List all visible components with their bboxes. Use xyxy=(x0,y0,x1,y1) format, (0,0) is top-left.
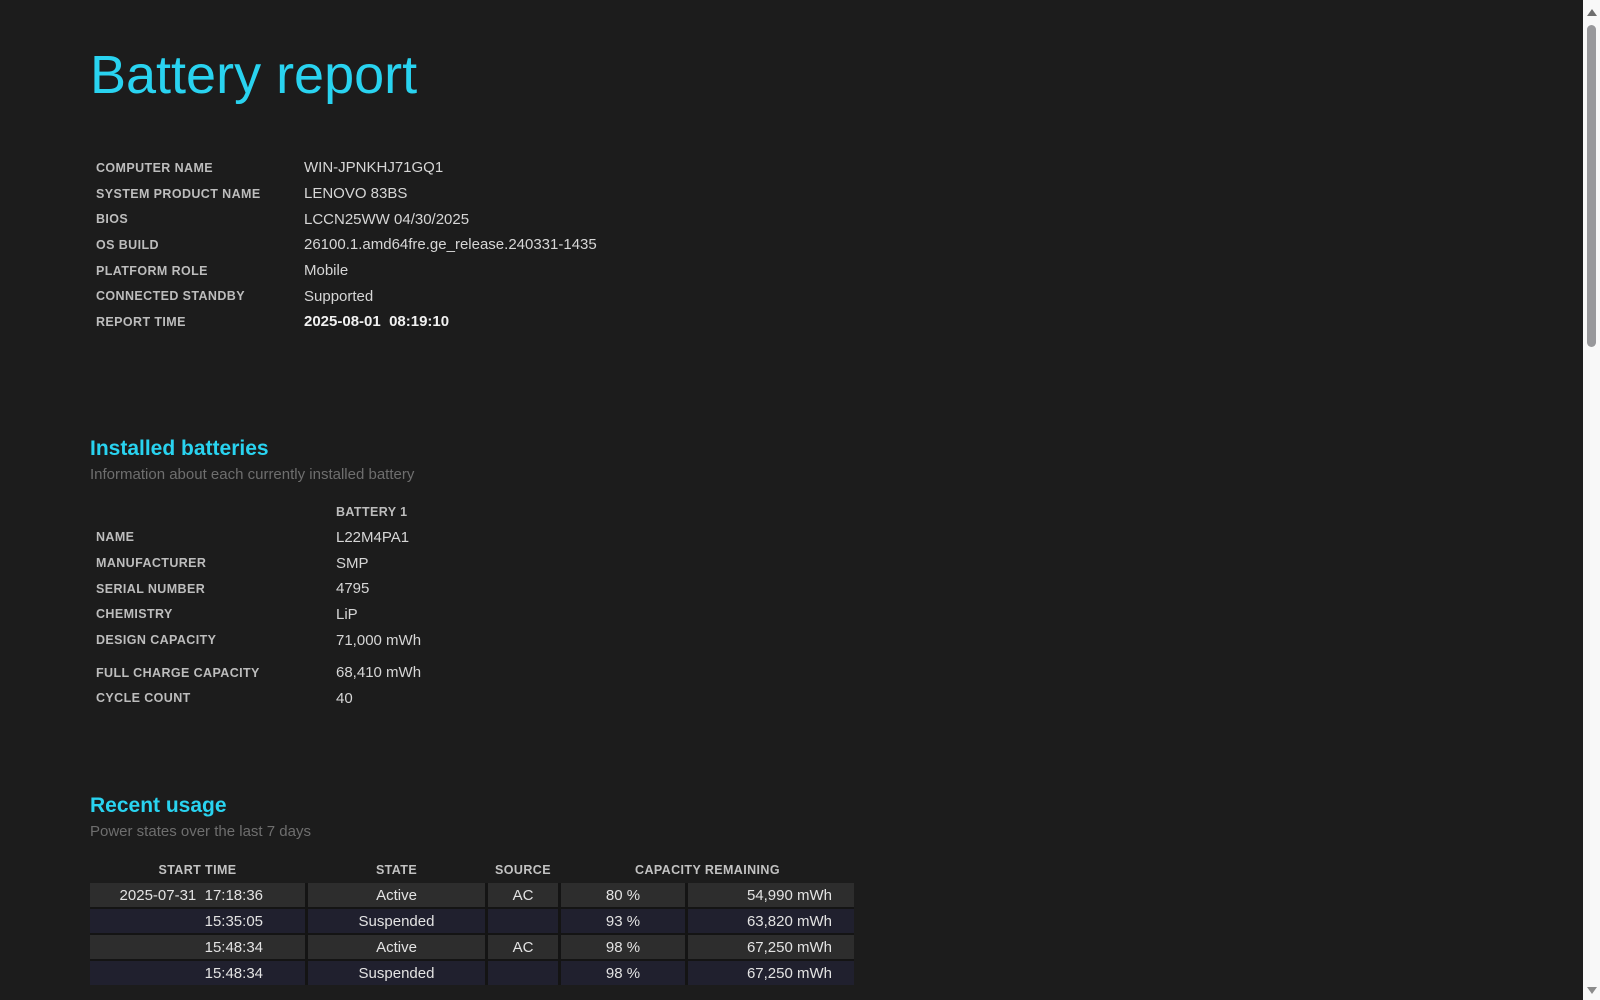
usage-cell-source xyxy=(488,961,558,986)
info-label: NAME xyxy=(96,530,135,545)
usage-cell-start-time: 2025-07-31 17:18:36 xyxy=(90,883,305,908)
battery-row-manufacturer: MANUFACTURER SMP xyxy=(90,550,870,576)
info-value: L22M4PA1 xyxy=(336,528,410,546)
usage-cell-state: Active xyxy=(308,883,485,908)
battery-row-design-capacity: DESIGN CAPACITY 71,000 mWh xyxy=(90,627,870,653)
usage-cell-source: AC xyxy=(488,883,558,908)
system-info-row-os-build: OS BUILD 26100.1.amd64fre.ge_release.240… xyxy=(90,232,870,258)
column-header-capacity-remaining: CAPACITY REMAINING xyxy=(635,863,780,878)
info-label: SYSTEM PRODUCT NAME xyxy=(96,186,261,201)
usage-cell-mwh: 67,250 mWh xyxy=(688,935,854,960)
system-info-row-report-time: REPORT TIME 2025-08-01 08:19:10 xyxy=(90,309,870,335)
battery-row-chemistry: CHEMISTRY LiP xyxy=(90,602,870,628)
info-value: 40 xyxy=(336,689,353,707)
info-label: FULL CHARGE CAPACITY xyxy=(96,665,260,680)
recent-usage-heading: Recent usage xyxy=(90,794,227,818)
usage-cell-percent: 98 % xyxy=(561,935,685,960)
usage-cell-state: Suspended xyxy=(308,909,485,934)
recent-usage-section: Recent usage Power states over the last … xyxy=(90,793,870,986)
info-label: SERIAL NUMBER xyxy=(96,581,206,596)
info-value: 68,410 mWh xyxy=(336,664,422,682)
info-value: 2025-08-01 08:19:10 xyxy=(304,313,450,331)
system-info-row-connected-standby: CONNECTED STANDBY Supported xyxy=(90,283,870,309)
usage-cell-start-time: 15:48:34 xyxy=(90,961,305,986)
usage-cell-state: Active xyxy=(308,935,485,960)
battery-info-table: BATTERY 1 NAME L22M4PA1 MANUFACTURER SMP… xyxy=(90,499,870,712)
info-label: COMPUTER NAME xyxy=(96,160,214,175)
column-header-source: SOURCE xyxy=(495,863,551,878)
usage-cell-mwh: 54,990 mWh xyxy=(688,883,854,908)
info-label: MANUFACTURER xyxy=(96,556,207,571)
scrollbar-up-icon[interactable] xyxy=(1586,9,1597,16)
report-content: Battery report COMPUTER NAME WIN-JPNKHJ7… xyxy=(90,44,870,986)
usage-cell-mwh: 63,820 mWh xyxy=(688,909,854,934)
battery-row-full-charge-capacity: FULL CHARGE CAPACITY 68,410 mWh xyxy=(90,660,870,686)
info-value: 4795 xyxy=(336,580,370,598)
usage-cell-source: AC xyxy=(488,935,558,960)
info-label: REPORT TIME xyxy=(96,314,186,329)
info-label: CYCLE COUNT xyxy=(96,691,191,706)
system-info-row-computer-name: COMPUTER NAME WIN-JPNKHJ71GQ1 xyxy=(90,155,870,181)
recent-usage-table: START TIME STATE SOURCE CAPACITY REMAINI… xyxy=(90,859,854,986)
info-value: LENOVO 83BS xyxy=(304,185,408,203)
system-info-row-bios: BIOS LCCN25WW 04/30/2025 xyxy=(90,206,870,232)
system-info-row-product-name: SYSTEM PRODUCT NAME LENOVO 83BS xyxy=(90,181,870,207)
info-label: CONNECTED STANDBY xyxy=(96,289,245,304)
usage-cell-percent: 93 % xyxy=(561,909,685,934)
info-value: SMP xyxy=(336,554,369,572)
column-header-state: STATE xyxy=(375,863,418,878)
usage-cell-start-time: 15:35:05 xyxy=(90,909,305,934)
info-label: CHEMISTRY xyxy=(96,607,173,622)
info-value: Supported xyxy=(304,287,374,305)
usage-cell-source xyxy=(488,909,558,934)
usage-cell-percent: 98 % xyxy=(561,961,685,986)
info-value: WIN-JPNKHJ71GQ1 xyxy=(304,159,444,177)
battery-row-cycle-count: CYCLE COUNT 40 xyxy=(90,686,870,712)
usage-cell-mwh: 67,250 mWh xyxy=(688,961,854,986)
column-header-start-time: START TIME xyxy=(158,863,237,878)
scrollbar-thumb[interactable] xyxy=(1587,25,1596,347)
usage-cell-state: Suspended xyxy=(308,961,485,986)
recent-usage-body: 2025-07-31 17:18:36 Active AC 80 % 54,99… xyxy=(90,883,854,986)
vertical-scrollbar[interactable] xyxy=(1583,0,1600,1000)
recent-usage-header-row: START TIME STATE SOURCE CAPACITY REMAINI… xyxy=(90,859,854,881)
recent-usage-subtitle: Power states over the last 7 days xyxy=(90,823,311,841)
battery-column-header: BATTERY 1 xyxy=(336,504,408,519)
installed-batteries-subtitle: Information about each currently install… xyxy=(90,465,415,483)
usage-cell-start-time: 15:48:34 xyxy=(90,935,305,960)
battery-row-serial-number: SERIAL NUMBER 4795 xyxy=(90,576,870,602)
info-value: LiP xyxy=(336,605,358,623)
info-value: 71,000 mWh xyxy=(336,631,422,649)
installed-batteries-heading: Installed batteries xyxy=(90,436,269,460)
info-label: BIOS xyxy=(96,212,129,227)
info-value: LCCN25WW 04/30/2025 xyxy=(304,210,470,228)
page-title: Battery report xyxy=(90,45,418,105)
scrollbar-down-icon[interactable] xyxy=(1586,987,1597,994)
battery-row-name: NAME L22M4PA1 xyxy=(90,525,870,551)
installed-batteries-section: Installed batteries Information about ea… xyxy=(90,436,870,712)
info-label: DESIGN CAPACITY xyxy=(96,633,217,648)
system-info-row-platform-role: PLATFORM ROLE Mobile xyxy=(90,258,870,284)
usage-cell-percent: 80 % xyxy=(561,883,685,908)
info-value: Mobile xyxy=(304,262,349,280)
battery-table-header-row: BATTERY 1 xyxy=(90,499,870,525)
info-label: PLATFORM ROLE xyxy=(96,263,208,278)
info-label: OS BUILD xyxy=(96,237,159,252)
info-value: 26100.1.amd64fre.ge_release.240331-1435 xyxy=(304,236,597,254)
system-info-table: COMPUTER NAME WIN-JPNKHJ71GQ1 SYSTEM PRO… xyxy=(90,155,870,335)
